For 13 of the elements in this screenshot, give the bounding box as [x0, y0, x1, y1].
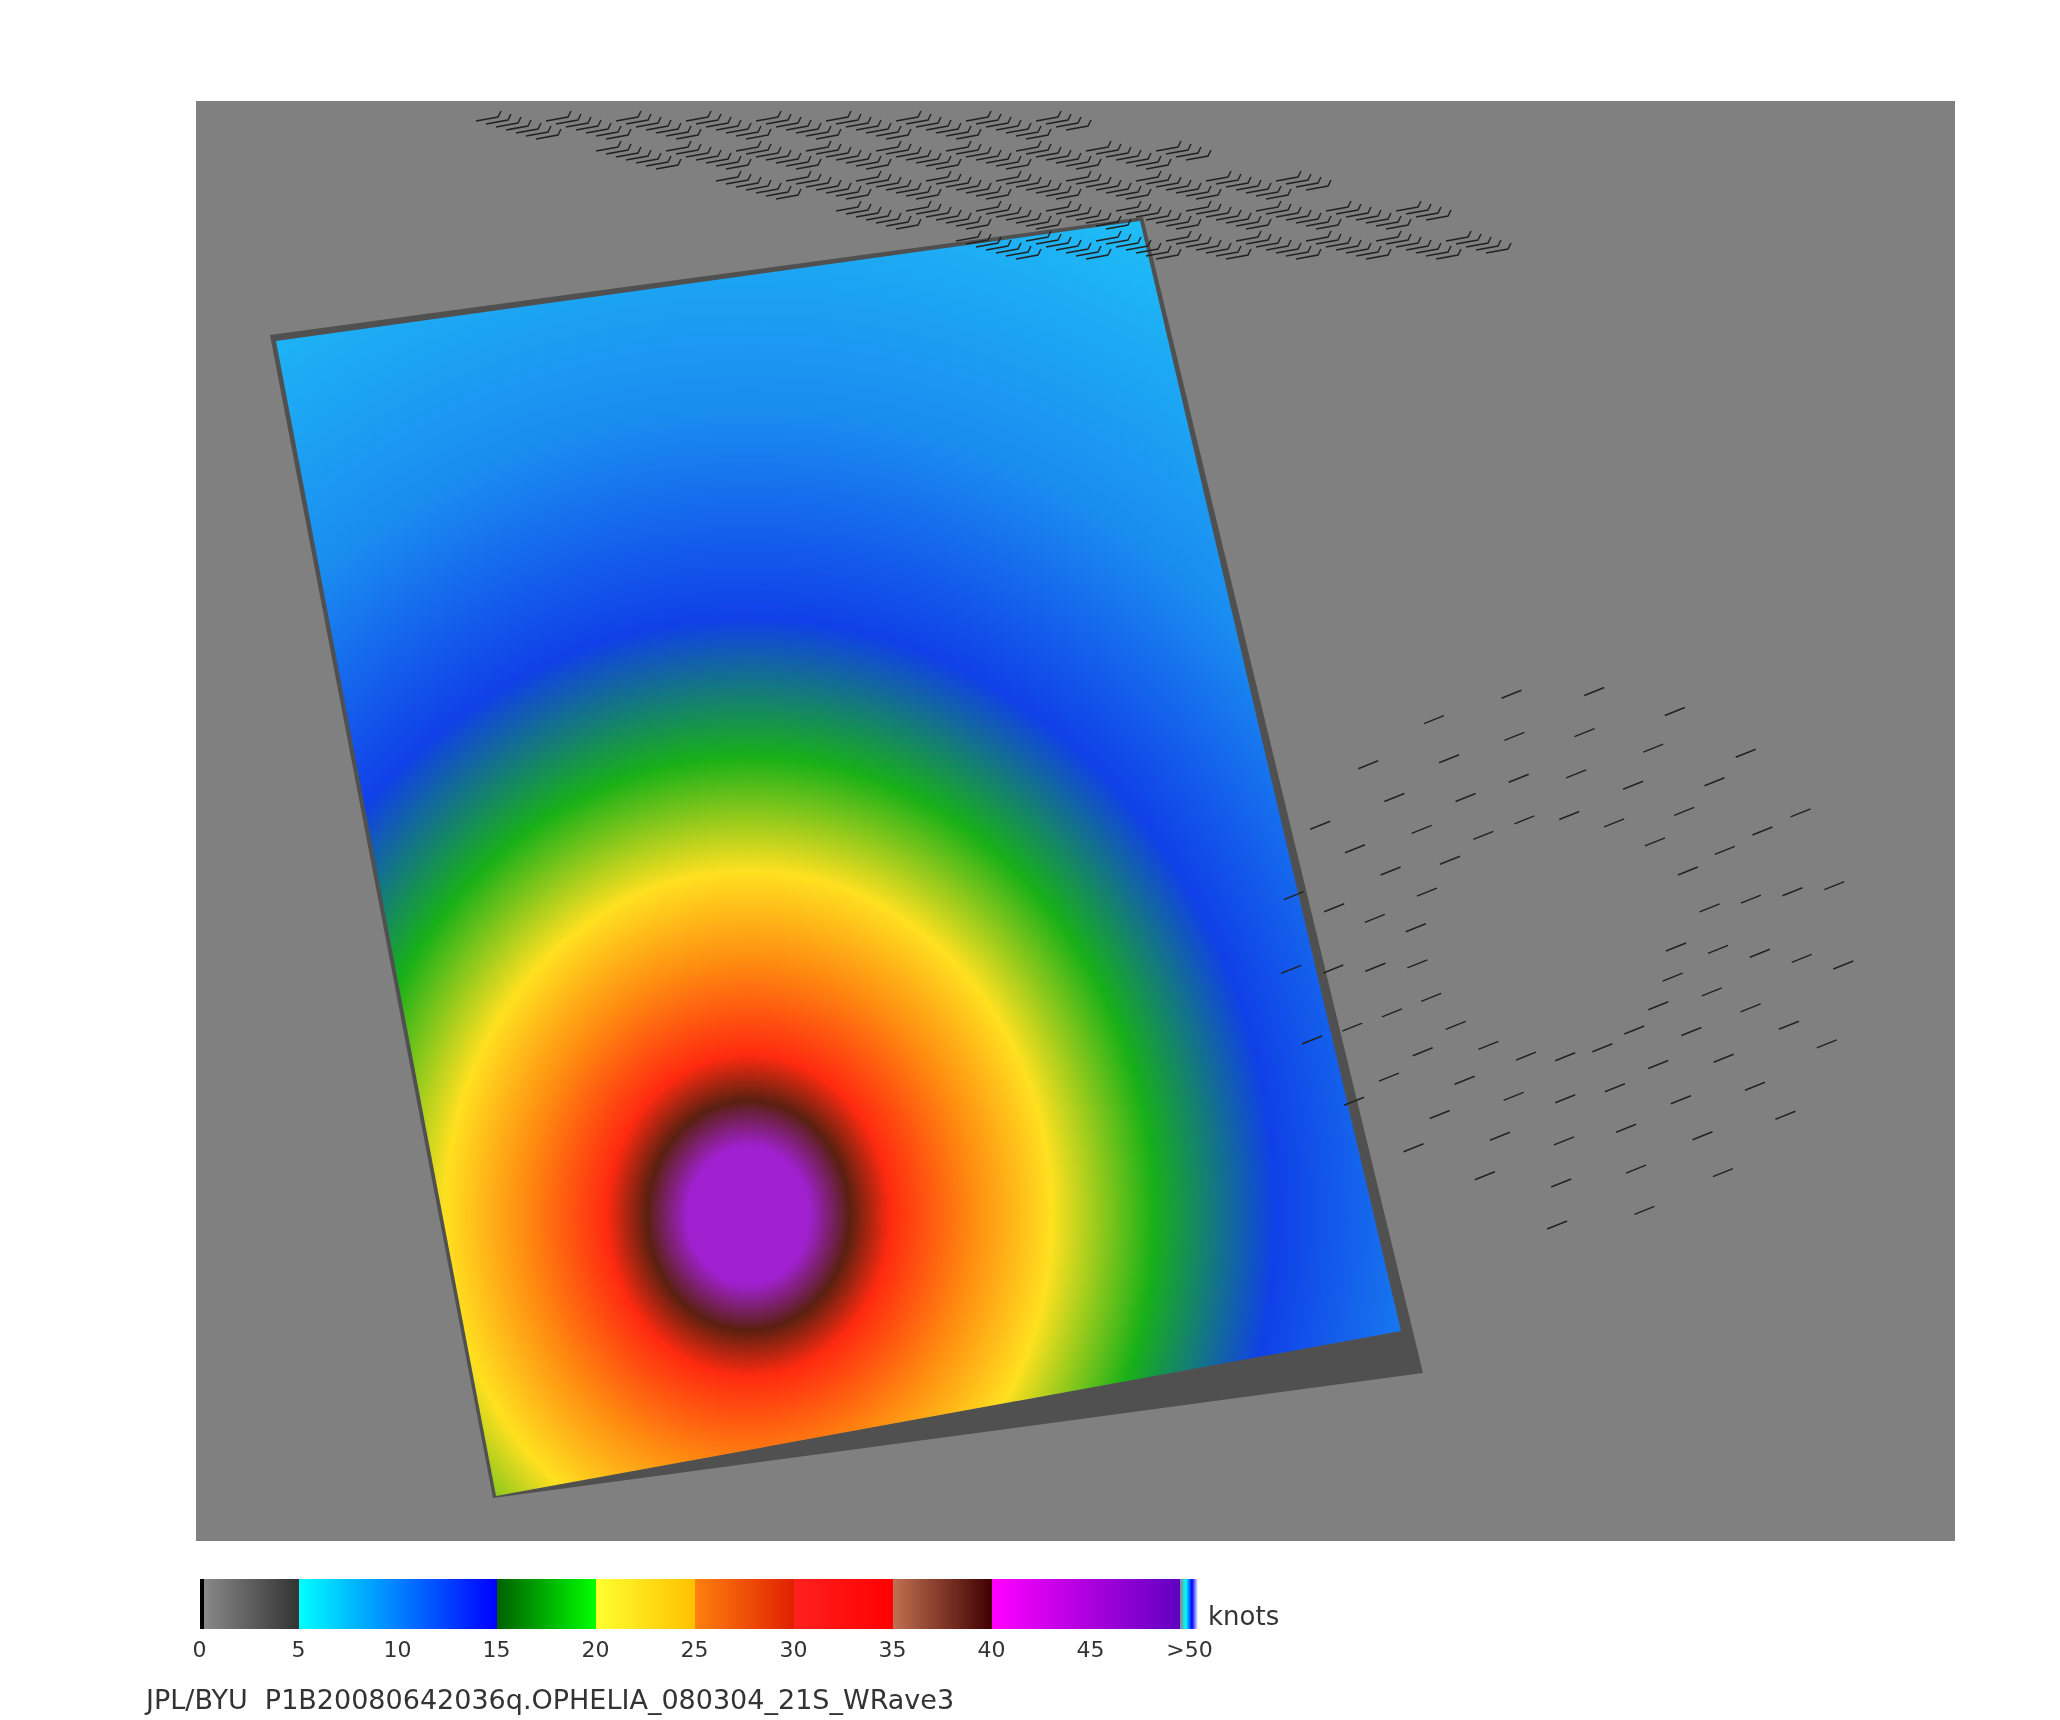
tick-label: 10	[382, 1637, 413, 1662]
tick-label: 35	[877, 1637, 908, 1662]
tick-label: 5	[290, 1637, 307, 1662]
unit-label: knots	[1208, 1603, 1280, 1629]
tick-label: 20	[580, 1637, 611, 1662]
tick-label: 30	[778, 1637, 809, 1662]
tick-label: 25	[679, 1637, 710, 1662]
tick-label: 40	[976, 1637, 1007, 1662]
tick-label: 0	[191, 1637, 208, 1662]
tick-label: >50	[1165, 1637, 1214, 1662]
tick-label: 15	[481, 1637, 512, 1662]
caption: JPL/BYU P1B20080642036q.OPHELIA_080304_21S_WRave3	[146, 1684, 955, 1715]
tick-label: 45	[1075, 1637, 1106, 1662]
